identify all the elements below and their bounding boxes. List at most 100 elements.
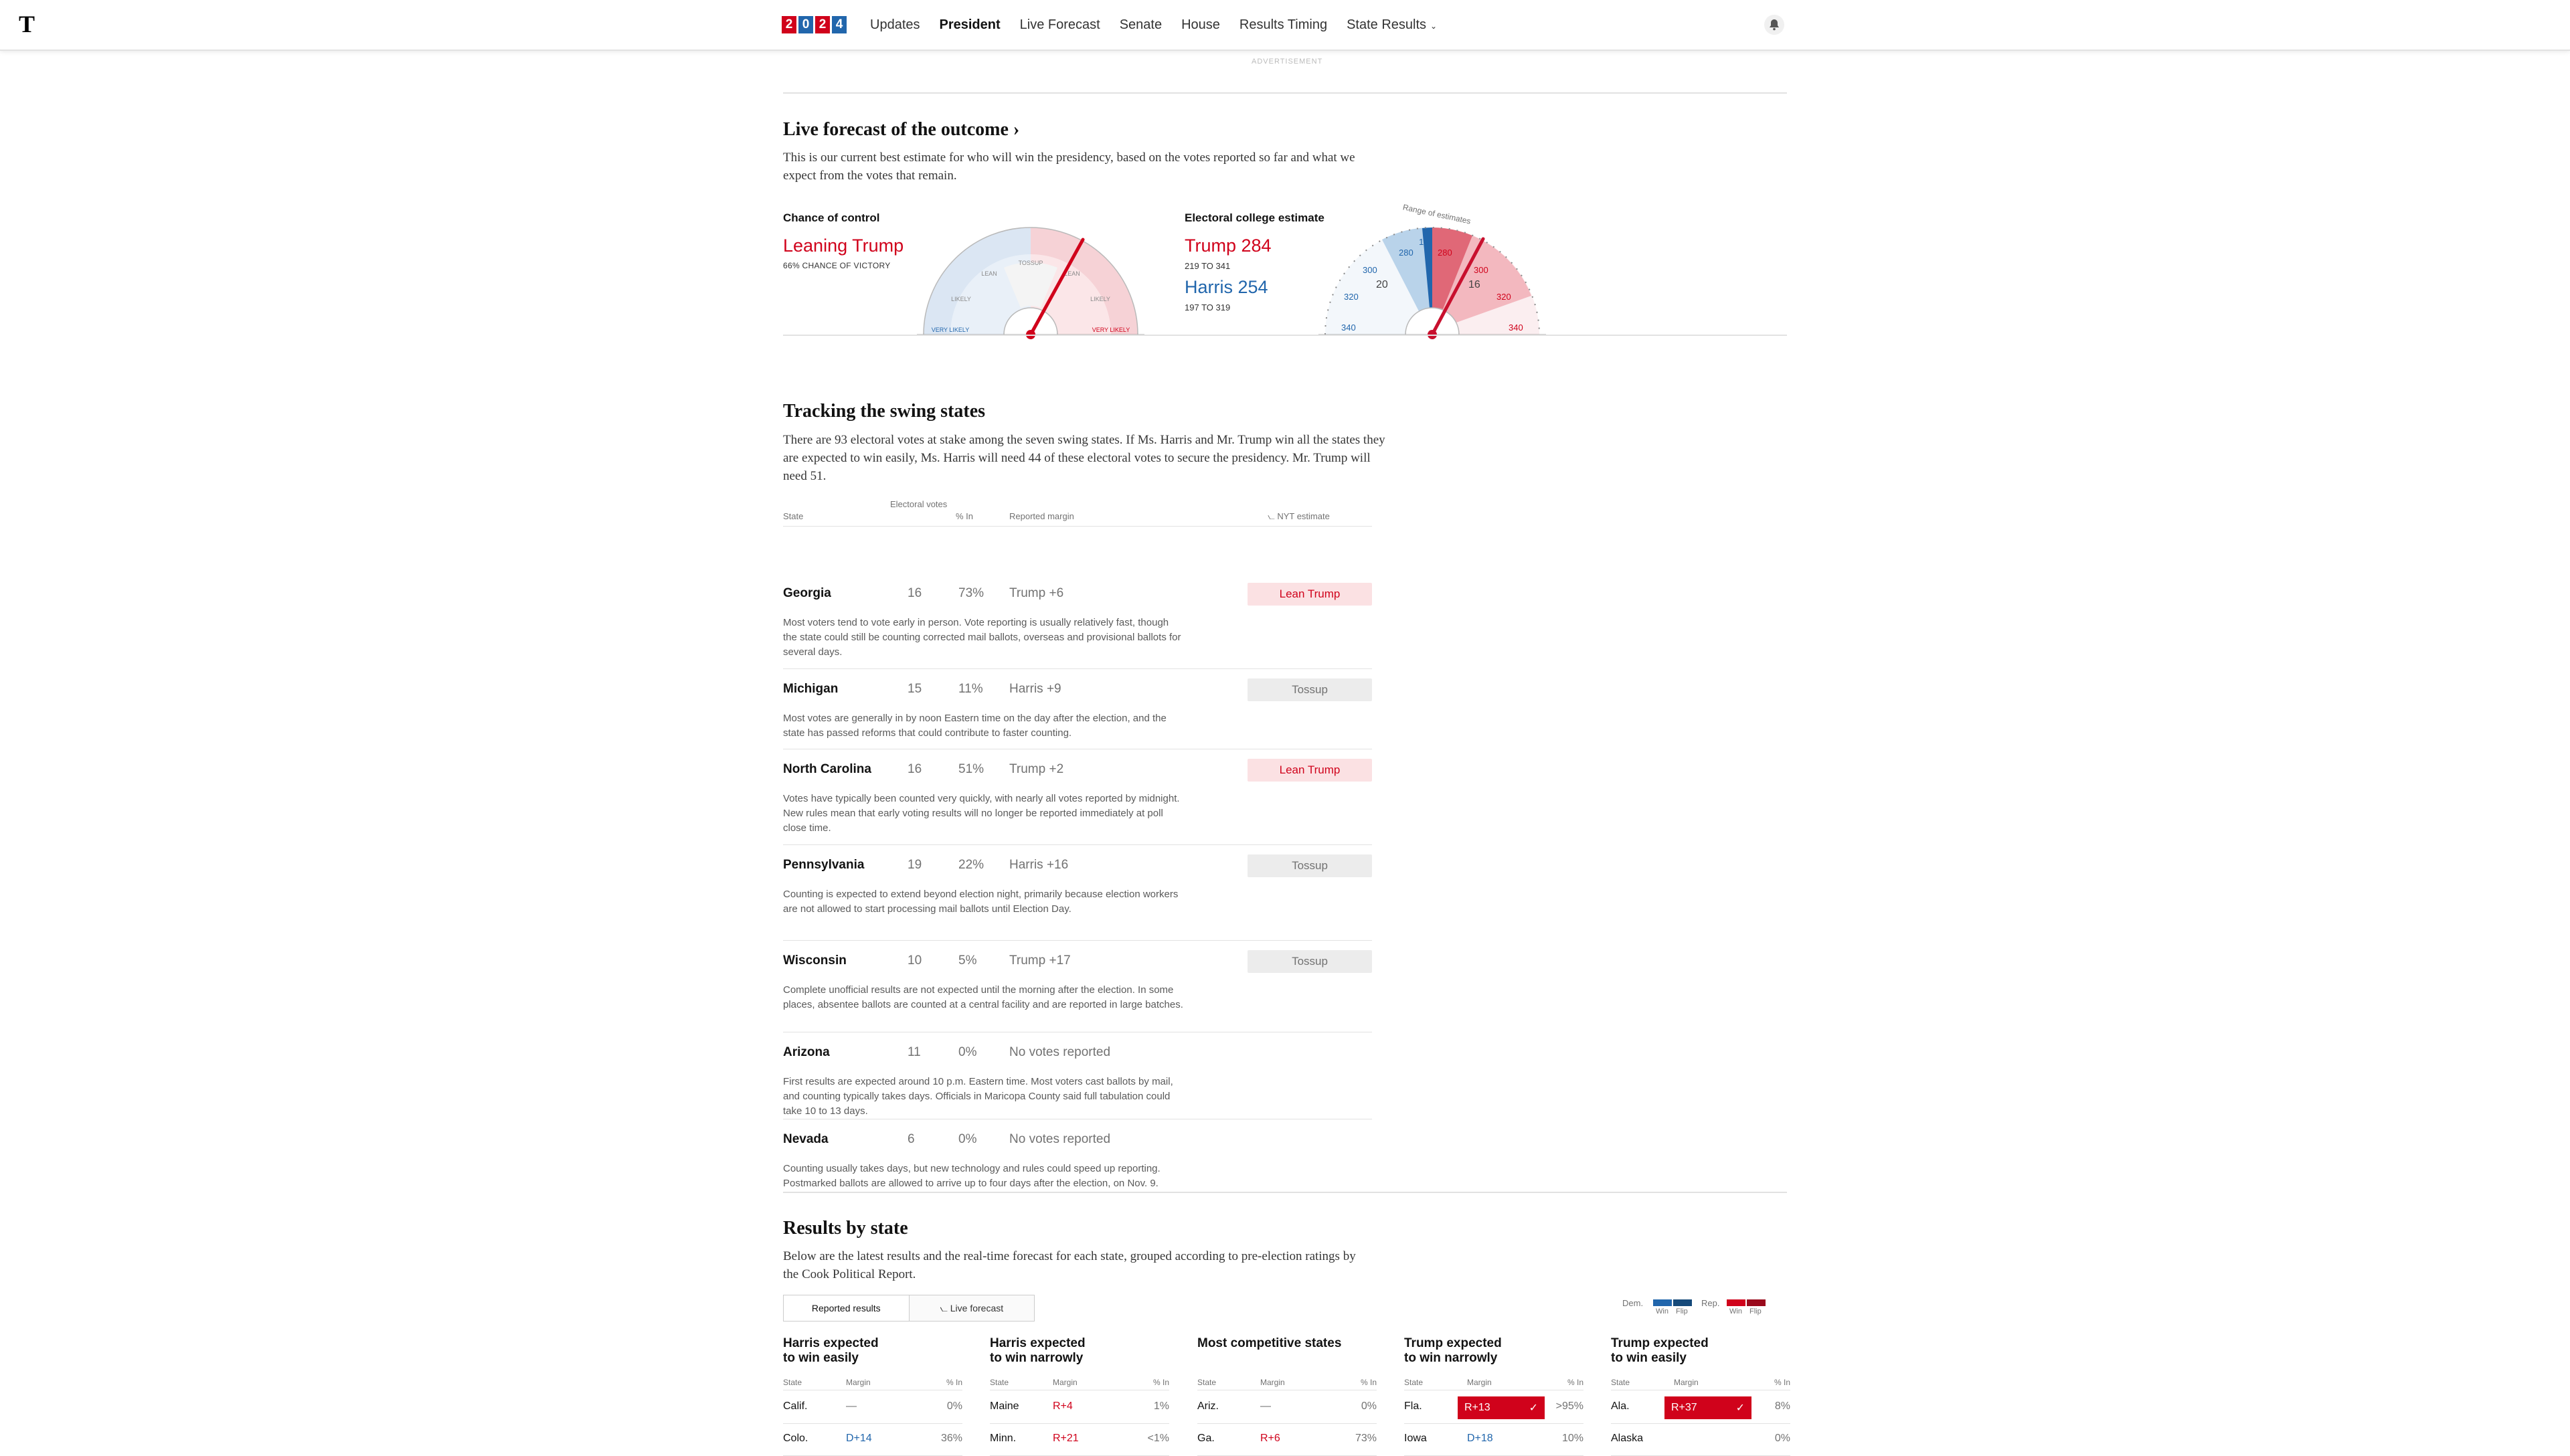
election-2024-logo[interactable]: 2 0 2 4 [782,16,847,33]
results-row[interactable]: Minn. R+21 <1% [990,1423,1169,1456]
pct-in-value: 10% [1561,1433,1583,1444]
pct-in-value: 73% [1355,1433,1377,1444]
nav-senate[interactable]: Senate [1120,17,1162,33]
hdr-margin: Margin [1260,1378,1285,1387]
nyt-estimate-badge[interactable]: Tossup [1248,854,1372,877]
trump-electoral-estimate: Trump 284 [1185,236,1272,256]
likely-label: LIKELY [1090,296,1110,302]
margin-value: R+37 [1671,1402,1697,1413]
forecast-heading-link[interactable]: Live forecast of the outcome › [783,119,1019,141]
year-digit: 2 [782,16,796,33]
results-row[interactable]: Ariz. — 0% [1197,1391,1377,1424]
pct-in-value: 0% [1774,1433,1790,1444]
swing-electoral-votes: 6 [908,1132,915,1146]
results-column-header: State Margin % In [1611,1378,1790,1390]
likely-label: LIKELY [951,296,971,302]
swing-state-note: First results are expected around 10 p.m… [783,1076,1173,1117]
tick-label: 280 [1438,248,1452,258]
state-abbrev: Colo. [783,1433,808,1444]
swing-state-note: Counting usually takes days, but new tec… [783,1163,1161,1189]
swing-electoral-votes: 16 [908,762,922,776]
hdr-margin: Margin [1467,1378,1492,1387]
swing-pct-in: 51% [958,762,984,776]
tick-label: 340 [1341,323,1356,333]
tick-label: 280 [1399,248,1414,258]
check-icon: ✓ [1735,1402,1745,1414]
table-header-rule [783,526,1372,527]
swing-state-name: Michigan [783,682,839,696]
tick-label: 320 [1496,292,1511,302]
hdr-state: State [1611,1378,1630,1387]
swing-reported-margin: Harris +9 [1009,682,1061,696]
nav-president[interactable]: President [940,17,1001,33]
swing-pct-in: 73% [958,586,984,600]
nyt-estimate-label: NYT estimate [1277,511,1330,521]
nav-house[interactable]: House [1181,17,1220,33]
pct-in-value: 36% [940,1433,962,1444]
notifications-bell-icon[interactable] [1764,15,1784,35]
hdr-pct-in: % In [1774,1378,1790,1387]
nyt-estimate-badge[interactable]: Tossup [1248,950,1372,973]
swing-state-name: Arizona [783,1045,830,1059]
title-line: to win easily [1611,1351,1687,1365]
hdr-margin: Margin [1674,1378,1699,1387]
swing-electoral-votes: 10 [908,953,922,968]
nav-state-results-dropdown[interactable]: State Results ⌄ [1347,17,1437,33]
tab-live-forecast-label: Live forecast [950,1303,1004,1313]
swing-pct-in: 0% [958,1132,977,1146]
margin-value: D+14 [846,1433,872,1444]
legend-dem-flip-swatch [1673,1299,1692,1306]
nyt-logo[interactable]: T [19,11,35,37]
nav-results-timing[interactable]: Results Timing [1239,17,1327,33]
margin-value: — [1260,1400,1271,1412]
margin-value: R+4 [1053,1400,1073,1412]
results-row[interactable]: Maine R+4 1% [990,1391,1169,1424]
col-header-electoral-votes: Electoral votes [890,499,948,509]
nav-live-forecast[interactable]: Live Forecast [1020,17,1100,33]
state-abbrev: Minn. [990,1433,1017,1444]
results-column: Harris expected to win easily State Margi… [783,1336,962,1456]
top-navigation-bar: T 2 0 2 4 Updates President Live Forecas… [0,0,2570,51]
legend-flip: Flip [1749,1307,1762,1315]
results-column: Trump expected to win narrowly State Marg… [1404,1336,1583,1456]
needle-icon: ⦦ [1268,511,1275,521]
legend-win: Win [1729,1307,1742,1315]
results-by-state-heading: Results by state [783,1218,908,1239]
swing-state-name: Wisconsin [783,953,847,968]
hdr-state: State [783,1378,802,1387]
state-abbrev: Iowa [1404,1433,1427,1444]
swing-reported-margin: Harris +16 [1009,858,1069,872]
tab-live-forecast[interactable]: ⦦ Live forecast [908,1295,1034,1321]
title-line: to win easily [783,1351,859,1365]
nyt-estimate-badge[interactable]: Tossup [1248,678,1372,701]
results-view-toggle: Reported results ⦦ Live forecast [783,1295,1035,1322]
nyt-estimate-badge[interactable]: Lean Trump [1248,583,1372,606]
results-column-title: Harris expected to win easily [783,1336,962,1366]
results-column-header: State Margin % In [1197,1378,1377,1390]
trump-range: 219 TO 341 [1185,261,1231,271]
results-row[interactable]: Colo. D+14 36% [783,1423,962,1456]
state-abbrev: Ga. [1197,1433,1215,1444]
results-row[interactable]: Iowa D+18 10% [1404,1423,1583,1456]
results-row[interactable]: Ga. R+6 73% [1197,1423,1377,1456]
row-separator [783,668,1372,669]
divider [783,335,1787,336]
tab-reported-results[interactable]: Reported results [784,1295,909,1321]
swing-electoral-votes: 15 [908,682,922,696]
leaning-status: Leaning Trump [783,236,904,256]
results-row[interactable]: Ala. R+37 ✓ 8% [1611,1391,1790,1424]
year-digit: 0 [798,16,813,33]
nyt-estimate-badge[interactable]: Lean Trump [1248,759,1372,782]
results-row[interactable]: Calif. — 0% [783,1391,962,1424]
nav-updates[interactable]: Updates [870,17,920,33]
very-likely-label: VERY LIKELY [1092,327,1130,333]
tick-label: 320 [1344,292,1359,302]
results-row[interactable]: Alaska 0% [1611,1423,1790,1456]
swing-state-note: Votes have typically been counted very q… [783,793,1180,834]
margin-bar: R+37 ✓ [1664,1396,1751,1419]
year-digit: 4 [832,16,847,33]
results-row[interactable]: Fla. R+13 ✓ >95% [1404,1391,1583,1424]
swing-pct-in: 5% [958,953,977,968]
margin-value: D+18 [1467,1433,1493,1444]
col-header-state: State [783,511,804,521]
